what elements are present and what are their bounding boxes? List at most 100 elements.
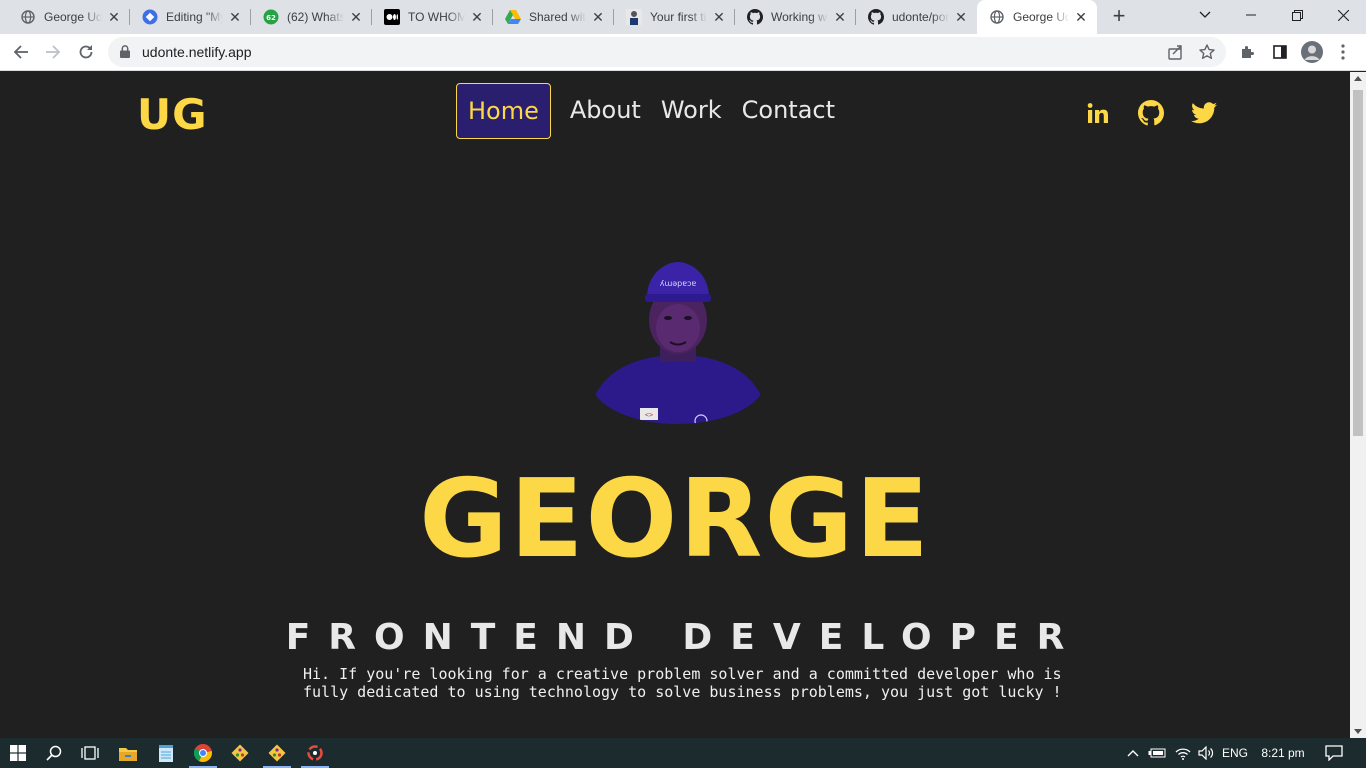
tab-working-with[interactable]: Working with ✕ <box>735 0 856 34</box>
tab-title: TO WHOM <box>408 10 465 24</box>
nav-contact[interactable]: Contact <box>732 83 845 139</box>
chrome-button[interactable] <box>185 738 221 768</box>
chevron-down-icon <box>1199 11 1211 18</box>
scroll-down-icon[interactable] <box>1354 729 1362 734</box>
reload-icon <box>79 45 93 59</box>
close-icon[interactable]: ✕ <box>348 9 364 25</box>
close-icon[interactable]: ✕ <box>711 9 727 25</box>
clock[interactable]: 8:21 pm <box>1256 738 1310 768</box>
notification-icon <box>1325 745 1343 761</box>
tab-title: Your first time <box>650 10 707 24</box>
start-button[interactable] <box>0 738 36 768</box>
back-button[interactable] <box>8 39 34 65</box>
close-icon[interactable]: ✕ <box>832 9 848 25</box>
scrollbar-thumb[interactable] <box>1353 90 1363 436</box>
tab-editing[interactable]: Editing "My ✕ <box>130 0 251 34</box>
chrome-icon <box>194 744 212 762</box>
windows-icon <box>10 745 26 761</box>
screenshot-tool-button[interactable] <box>297 738 333 768</box>
tab-title: George Udonte <box>1013 10 1069 24</box>
show-hidden-icons-button[interactable] <box>1124 738 1142 768</box>
web-page: UG Home About Work Contact ʎɯǝpɐɔɐ <> GE… <box>0 72 1350 738</box>
notification-center-button[interactable] <box>1318 738 1350 768</box>
lock-icon[interactable] <box>120 45 130 63</box>
restore-button[interactable] <box>1274 0 1320 30</box>
git-gui-button[interactable] <box>222 738 258 768</box>
hero-intro-line-2: fully dedicated to using technology to s… <box>303 683 1062 701</box>
address-bar[interactable]: udonte.netlify.app <box>108 37 1226 67</box>
nav-home[interactable]: Home <box>456 83 551 139</box>
snip-icon <box>307 745 323 761</box>
close-icon[interactable]: ✕ <box>106 9 122 25</box>
hero-name: GEORGE <box>419 457 931 582</box>
site-logo[interactable]: UG <box>137 90 208 139</box>
search-button[interactable] <box>36 738 72 768</box>
notepad-button[interactable] <box>148 738 184 768</box>
language-indicator[interactable]: ENG <box>1218 738 1252 768</box>
side-panel-button[interactable] <box>1267 39 1293 65</box>
github-icon <box>747 9 763 25</box>
tab-your-first-time[interactable]: Your first time ✕ <box>614 0 735 34</box>
minimize-button[interactable] <box>1228 0 1274 30</box>
git-bash-button[interactable] <box>259 738 295 768</box>
tab-title: George Udonte <box>44 10 102 24</box>
hero-intro: Hi. If you're looking for a creative pro… <box>303 665 1063 701</box>
close-icon[interactable]: ✕ <box>227 9 243 25</box>
social-links <box>1084 99 1218 127</box>
tab-to-whom[interactable]: TO WHOM ✕ <box>372 0 493 34</box>
close-icon[interactable]: ✕ <box>1073 9 1089 25</box>
task-view-button[interactable] <box>72 738 108 768</box>
profile-avatar[interactable] <box>1299 39 1325 65</box>
nav-work[interactable]: Work <box>651 83 732 139</box>
tab-title: Shared with me <box>529 10 586 24</box>
scroll-up-icon[interactable] <box>1354 76 1362 81</box>
git-diamond-icon <box>231 744 249 762</box>
globe-icon <box>20 9 36 25</box>
more-vertical-icon <box>1341 44 1345 60</box>
tab-search-button[interactable] <box>1182 0 1228 30</box>
side-panel-icon <box>1273 45 1287 59</box>
arrow-left-icon <box>13 45 28 59</box>
green-chat-icon: 62 <box>263 9 279 25</box>
volume-icon[interactable] <box>1196 738 1216 768</box>
linkedin-icon[interactable] <box>1084 99 1112 127</box>
wifi-icon[interactable] <box>1172 738 1194 768</box>
close-window-button[interactable] <box>1320 0 1366 30</box>
tab-udonte-portfolio[interactable]: udonte/portfolio ✕ <box>856 0 977 34</box>
svg-text:<>: <> <box>645 411 653 419</box>
puzzle-icon <box>1242 46 1254 58</box>
new-tab-button[interactable]: + <box>1108 5 1130 28</box>
main-nav: Home About Work Contact <box>456 83 845 139</box>
forward-button[interactable] <box>40 39 66 65</box>
page-scrollbar[interactable] <box>1350 72 1366 738</box>
medium-icon <box>384 9 400 25</box>
drive-icon <box>505 9 521 25</box>
battery-icon[interactable] <box>1146 738 1168 768</box>
blue-diamond-icon <box>142 9 158 25</box>
extensions-button[interactable] <box>1235 39 1261 65</box>
chevron-up-icon <box>1127 750 1139 757</box>
file-explorer-button[interactable] <box>110 738 146 768</box>
menu-button[interactable] <box>1330 39 1356 65</box>
task-view-icon <box>81 746 99 760</box>
tab-title: udonte/portfolio <box>892 10 949 24</box>
svg-text:ʎɯǝpɐɔɐ: ʎɯǝpɐɔɐ <box>660 279 697 288</box>
url-text: udonte.netlify.app <box>142 44 252 60</box>
github-icon[interactable] <box>1137 99 1165 127</box>
tab-george-udonte-1[interactable]: George Udonte ✕ <box>8 0 130 34</box>
reload-button[interactable] <box>73 39 99 65</box>
twitter-icon[interactable] <box>1190 99 1218 127</box>
close-icon[interactable]: ✕ <box>953 9 969 25</box>
tab-drive[interactable]: Shared with me ✕ <box>493 0 614 34</box>
nav-about[interactable]: About <box>560 83 651 139</box>
share-icon[interactable] <box>1168 44 1184 65</box>
person-icon <box>626 9 642 25</box>
tab-whatsapp[interactable]: 62 (62) WhatsApp ✕ <box>251 0 372 34</box>
tab-george-udonte-active[interactable]: George Udonte ✕ <box>977 0 1097 34</box>
close-icon[interactable]: ✕ <box>590 9 606 25</box>
git-diamond-icon <box>268 744 286 762</box>
close-icon[interactable]: ✕ <box>469 9 485 25</box>
browser-toolbar: udonte.netlify.app <box>0 34 1366 71</box>
bookmark-star-icon[interactable] <box>1199 44 1215 65</box>
github-icon <box>868 9 884 25</box>
